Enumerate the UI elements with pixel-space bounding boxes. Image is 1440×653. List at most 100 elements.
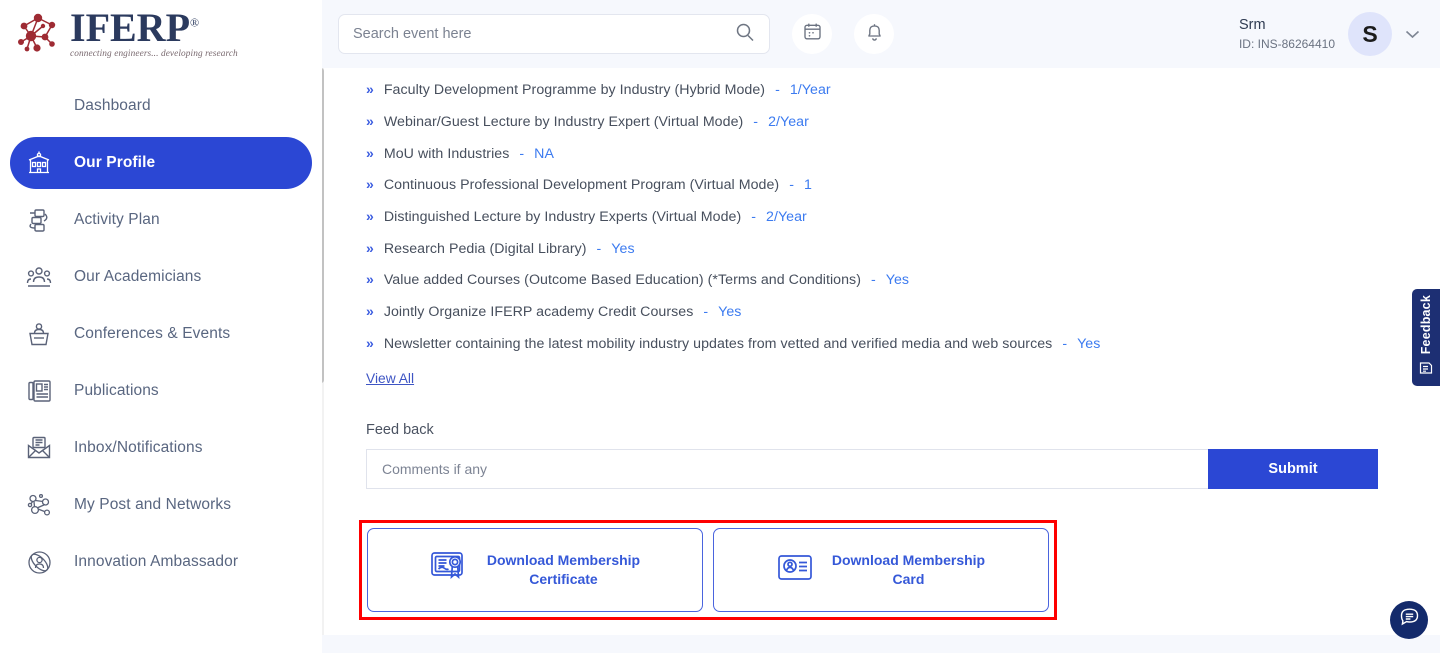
- sidebar-item-my-post-and-networks[interactable]: My Post and Networks: [10, 479, 312, 531]
- ambassador-icon: [24, 547, 54, 577]
- avatar[interactable]: S: [1348, 12, 1392, 56]
- sidebar-item-activity-plan[interactable]: Activity Plan: [10, 194, 312, 246]
- feedback-row: Submit: [366, 449, 1378, 489]
- sidebar-item-label: Dashboard: [74, 97, 151, 115]
- chat-button[interactable]: [1390, 601, 1428, 639]
- chevron-double-icon: »: [366, 176, 374, 192]
- chevron-down-icon[interactable]: [1405, 27, 1420, 42]
- main-region: Srm ID: INS-86264410 S » Facul: [322, 0, 1440, 653]
- list-item-text: MoU with Industries: [384, 146, 510, 162]
- chevron-double-icon: »: [366, 81, 374, 97]
- feedback-side-tab[interactable]: Feedback: [1412, 289, 1440, 386]
- list-item-value: 2/Year: [766, 209, 807, 225]
- download-membership-certificate-button[interactable]: Download MembershipCertificate: [367, 528, 703, 612]
- chevron-double-icon: »: [366, 303, 374, 319]
- sidebar-item-conferences-events[interactable]: Conferences & Events: [10, 308, 312, 360]
- sidebar-item-our-academicians[interactable]: Our Academicians: [10, 251, 312, 303]
- sidebar-item-dashboard[interactable]: Dashboard: [10, 80, 312, 132]
- list-item-value-sep: -: [775, 82, 780, 98]
- brand-tagline: connecting engineers... developing resea…: [70, 49, 238, 59]
- id-card-icon: [777, 553, 815, 588]
- sidebar-item-label: Our Academicians: [74, 268, 201, 286]
- chevron-double-icon: »: [366, 335, 374, 351]
- sidebar-item-label: Conferences & Events: [74, 325, 230, 343]
- chevron-double-icon: »: [366, 208, 374, 224]
- podium-icon: [24, 319, 54, 349]
- notifications-button[interactable]: [854, 14, 894, 54]
- list-item: » Newsletter containing the latest mobil…: [348, 328, 1406, 360]
- view-all-link[interactable]: View All: [366, 371, 414, 386]
- download-certificate-label: Download MembershipCertificate: [487, 551, 640, 589]
- list-item-value: 1/Year: [790, 82, 831, 98]
- sidebar-item-label: Publications: [74, 382, 159, 400]
- list-item: » Value added Courses (Outcome Based Edu…: [348, 264, 1406, 296]
- sidebar-nav: Dashboard Our Profile: [0, 80, 322, 588]
- list-item-value: 1: [804, 177, 812, 193]
- feedback-note-icon: [1419, 361, 1433, 380]
- people-group-icon: [24, 262, 54, 292]
- download-card-label: Download MembershipCard: [832, 551, 985, 589]
- sidebar-item-inbox-notifications[interactable]: Inbox/Notifications: [10, 422, 312, 474]
- list-item-value: NA: [534, 146, 554, 162]
- chat-bubble-icon: [1399, 607, 1420, 633]
- user-menu[interactable]: Srm ID: INS-86264410 S: [1239, 0, 1420, 68]
- feedback-label: Feed back: [366, 422, 1406, 438]
- profile-card: » Faculty Development Programme by Indus…: [348, 68, 1406, 620]
- list-item-value: Yes: [1077, 336, 1100, 352]
- list-item-value-sep: -: [1062, 336, 1067, 352]
- list-item-value-sep: -: [597, 241, 602, 257]
- list-item-value-sep: -: [789, 177, 794, 193]
- list-item: » Research Pedia (Digital Library) - Yes: [348, 232, 1406, 264]
- search-input[interactable]: [353, 26, 735, 42]
- list-item: » Distinguished Lecture by Industry Expe…: [348, 201, 1406, 233]
- list-item-value: Yes: [886, 272, 909, 288]
- list-item-value: Yes: [718, 304, 741, 320]
- search-icon[interactable]: [735, 22, 755, 47]
- list-item-value: Yes: [611, 241, 634, 257]
- list-item-value: 2/Year: [768, 114, 809, 130]
- submit-button[interactable]: Submit: [1208, 449, 1378, 489]
- chevron-double-icon: »: [366, 271, 374, 287]
- list-item-text: Distinguished Lecture by Industry Expert…: [384, 209, 741, 225]
- institution-icon: [24, 148, 54, 178]
- sidebar-item-our-profile[interactable]: Our Profile: [10, 137, 312, 189]
- activity-plan-icon: [24, 205, 54, 235]
- chevron-double-icon: »: [366, 145, 374, 161]
- list-item-text: Research Pedia (Digital Library): [384, 241, 587, 257]
- list-item-value-sep: -: [751, 209, 756, 225]
- user-name: Srm: [1239, 16, 1335, 36]
- iferp-molecule-icon: [12, 9, 64, 59]
- list-item-text: Newsletter containing the latest mobilit…: [384, 336, 1052, 352]
- bell-icon: [865, 22, 884, 47]
- sidebar-item-publications[interactable]: Publications: [10, 365, 312, 417]
- app-root: IFERP® connecting engineers... developin…: [0, 0, 1440, 653]
- list-item: » Continuous Professional Development Pr…: [348, 169, 1406, 201]
- network-icon: [24, 490, 54, 520]
- download-membership-card-button[interactable]: Download MembershipCard: [713, 528, 1049, 612]
- grid-icon: [24, 91, 54, 121]
- sidebar-item-label: Inbox/Notifications: [74, 439, 203, 457]
- page-bottom-strip: [322, 635, 1440, 653]
- list-item-text: Webinar/Guest Lecture by Industry Expert…: [384, 114, 743, 130]
- list-item: » Faculty Development Programme by Indus…: [348, 74, 1406, 106]
- sidebar-item-innovation-ambassador[interactable]: Innovation Ambassador: [10, 536, 312, 588]
- downloads-highlight-box: Download MembershipCertificate: [359, 520, 1057, 620]
- envelope-icon: [24, 433, 54, 463]
- calendar-button[interactable]: [792, 14, 832, 54]
- list-item: » MoU with Industries - NA: [348, 137, 1406, 169]
- sidebar-item-label: Activity Plan: [74, 211, 160, 229]
- certificate-icon: [430, 550, 470, 591]
- newspaper-icon: [24, 376, 54, 406]
- top-header: Srm ID: INS-86264410 S: [322, 0, 1440, 68]
- search-box[interactable]: [338, 14, 770, 54]
- feedback-input[interactable]: [366, 449, 1208, 489]
- sidebar: IFERP® connecting engineers... developin…: [0, 0, 322, 653]
- sidebar-item-label: Our Profile: [74, 154, 155, 172]
- brand-name: IFERP®: [70, 9, 238, 47]
- user-info: Srm ID: INS-86264410: [1239, 16, 1335, 52]
- list-item-text: Faculty Development Programme by Industr…: [384, 82, 765, 98]
- brand-logo[interactable]: IFERP® connecting engineers... developin…: [0, 0, 322, 68]
- list-item-value-sep: -: [703, 304, 708, 320]
- sidebar-item-label: Innovation Ambassador: [74, 553, 238, 571]
- list-item-text: Value added Courses (Outcome Based Educa…: [384, 272, 861, 288]
